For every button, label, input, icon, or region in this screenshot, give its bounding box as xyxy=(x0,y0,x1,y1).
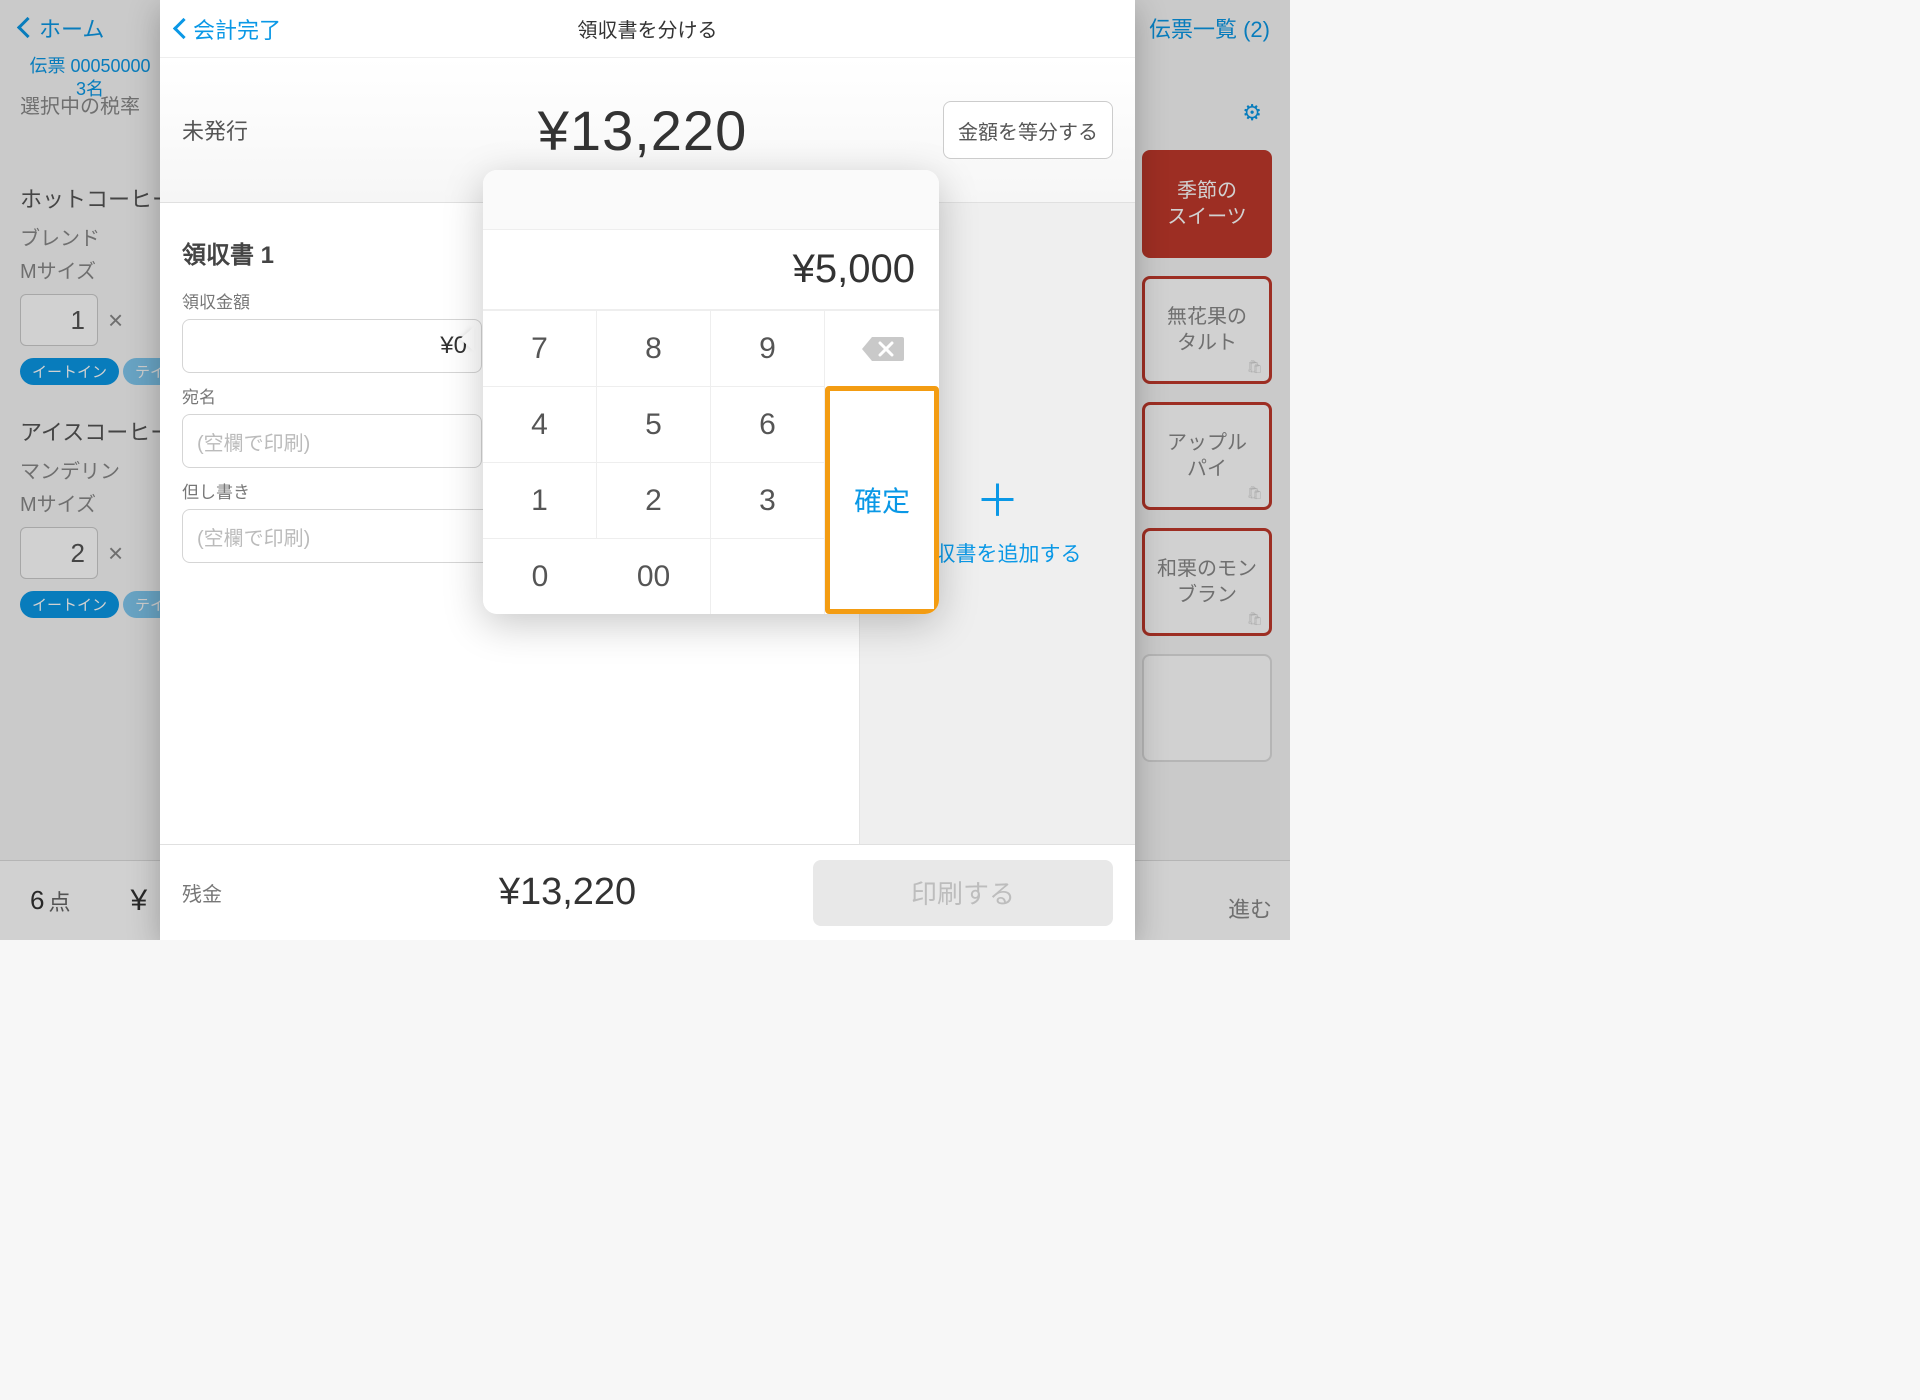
keypad-8[interactable]: 8 xyxy=(597,310,711,386)
keypad-1[interactable]: 1 xyxy=(483,462,597,538)
recipient-name-input[interactable]: (空欄で印刷) xyxy=(182,414,482,468)
keypad-7[interactable]: 7 xyxy=(483,310,597,386)
keypad-5[interactable]: 5 xyxy=(597,386,711,462)
unissued-total: ¥13,220 xyxy=(342,98,943,163)
back-label: 会計完了 xyxy=(193,13,281,45)
print-button[interactable]: 印刷する xyxy=(813,860,1113,926)
keypad-blank[interactable] xyxy=(711,538,825,614)
backspace-icon xyxy=(860,335,904,363)
keypad-3[interactable]: 3 xyxy=(711,462,825,538)
remaining-label: 残金 xyxy=(182,878,322,907)
equal-split-button[interactable]: 金額を等分する xyxy=(943,101,1113,159)
keypad-header xyxy=(483,170,939,230)
popover-pointer xyxy=(460,327,474,351)
numeric-keypad: ¥5,000 7 8 9 4 5 6 確定 1 2 3 0 00 xyxy=(483,170,939,614)
remaining-value: ¥13,220 xyxy=(322,871,813,914)
plus-icon: ＋ xyxy=(976,480,1020,524)
keypad-4[interactable]: 4 xyxy=(483,386,597,462)
keypad-6[interactable]: 6 xyxy=(711,386,825,462)
unissued-label: 未発行 xyxy=(182,114,342,146)
keypad-display: ¥5,000 xyxy=(483,230,939,310)
keypad-backspace[interactable] xyxy=(825,310,939,386)
chevron-left-icon xyxy=(176,16,193,42)
keypad-0[interactable]: 0 xyxy=(483,538,597,614)
keypad-00[interactable]: 00 xyxy=(597,538,711,614)
back-button[interactable]: 会計完了 xyxy=(176,13,281,45)
keypad-2[interactable]: 2 xyxy=(597,462,711,538)
receipt-amount-input[interactable]: ¥0 xyxy=(182,319,482,373)
keypad-9[interactable]: 9 xyxy=(711,310,825,386)
modal-title: 領収書を分ける xyxy=(578,14,718,43)
note-placeholder: (空欄で印刷) xyxy=(197,522,310,551)
keypad-confirm[interactable]: 確定 xyxy=(825,386,939,614)
